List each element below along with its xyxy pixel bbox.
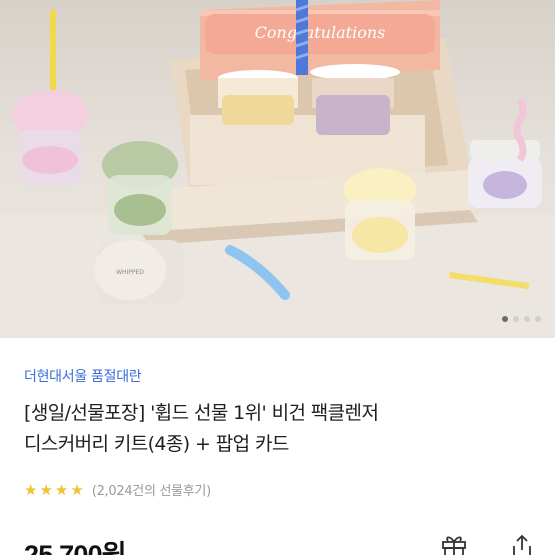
product-title: [생일/선물포장] '휩드 선물 1위' 비건 팩클렌저 디스커버리 키트(4종… [24, 398, 544, 460]
jar-label: WHIPPED [116, 269, 144, 276]
carousel-indicator[interactable] [0, 316, 555, 322]
carousel-dot[interactable] [535, 316, 541, 322]
carousel-dot[interactable] [502, 316, 508, 322]
product-title-line2: 디스커버리 키트(4종) + 팝업 카드 [24, 433, 289, 455]
carousel-dot[interactable] [513, 316, 519, 322]
star-icon: ★ [24, 480, 38, 499]
congratulations-banner: Congratulations [255, 23, 386, 42]
carousel-dot[interactable] [524, 316, 530, 322]
price: 25,700원 [24, 540, 127, 555]
product-title-line1: [생일/선물포장] '휩드 선물 1위' 비건 팩클렌저 [24, 402, 379, 424]
product-photo: Congratulations WHIPPED [0, 0, 555, 338]
share-icon [513, 534, 531, 555]
star-icon: ★ [39, 480, 53, 499]
star-icon: ★ [70, 480, 84, 499]
share-button[interactable] [508, 533, 536, 555]
review-count[interactable]: (2,024건의 선물후기) [92, 480, 211, 499]
star-icon: ★ [54, 480, 69, 499]
seller-name[interactable]: 더현대서울 품절대란 [24, 366, 142, 386]
product-image[interactable]: Congratulations WHIPPED [0, 0, 555, 338]
rating[interactable]: ★ ★ ★ ★ (2,024건의 선물후기) [24, 480, 211, 500]
banner-text: Congratulations [255, 23, 386, 42]
gift-button[interactable] [440, 533, 468, 555]
gift-icon [442, 536, 466, 555]
